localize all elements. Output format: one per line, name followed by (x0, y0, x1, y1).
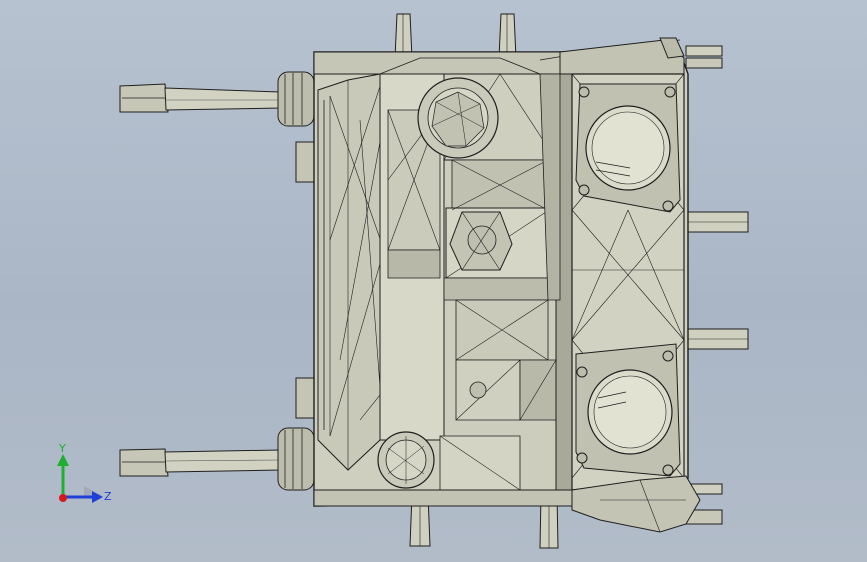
right-pin-3[interactable] (685, 328, 749, 350)
side-block-upper (295, 141, 317, 183)
right-pin-2[interactable] (685, 211, 749, 233)
orientation-triad: Y Z (57, 442, 112, 503)
y-axis-arrowhead (57, 454, 69, 466)
y-axis-label: Y (58, 442, 66, 455)
pocket-upper-right[interactable] (575, 83, 681, 213)
side-block-lower (295, 377, 317, 419)
z-axis-label: Z (104, 490, 112, 503)
cad-3d-viewport[interactable]: Y Z (0, 0, 867, 562)
mold-assembly-model[interactable] (0, 0, 867, 562)
pocket-lower-right[interactable] (575, 343, 681, 477)
guide-pin-bottom-left[interactable] (119, 427, 315, 491)
guide-pin-top-left[interactable] (119, 71, 315, 127)
x-axis-origin (59, 494, 67, 502)
z-axis-arrowhead (92, 491, 103, 503)
round-boss-top[interactable] (417, 77, 499, 159)
round-boss-bottom[interactable] (377, 431, 435, 489)
right-pin-1[interactable] (685, 45, 723, 69)
